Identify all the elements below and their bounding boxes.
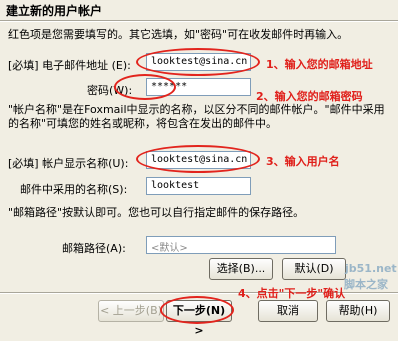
email-highlight-oval <box>136 48 260 76</box>
choose-button[interactable]: 选择(B)... <box>209 258 273 280</box>
display-name-highlight-oval <box>136 145 260 173</box>
mailbox-path-field[interactable]: <默认> <box>146 236 336 254</box>
mail-name-field[interactable]: looktest <box>146 177 251 195</box>
password-highlight-oval <box>114 74 176 100</box>
step1-annotation: 1、输入您的邮箱地址 <box>266 58 373 71</box>
mail-name-label: 邮件中采用的名称(S): <box>20 183 128 196</box>
back-button[interactable]: < 上一步(B) <box>98 300 164 322</box>
step4-annotation: 4、点击"下一步"确认 <box>238 287 346 300</box>
title-divider <box>0 20 398 22</box>
default-button[interactable]: 默认(D) <box>282 258 346 280</box>
display-name-label: [必填] 帐户显示名称(U): <box>8 157 129 170</box>
account-note-line2: 的名称"可填您的姓名或昵称，将包含在发出的邮件中。 <box>8 117 278 130</box>
next-highlight-oval <box>160 296 234 324</box>
step2-annotation: 2、输入您的邮箱密码 <box>256 90 363 103</box>
cancel-button[interactable]: 取消 <box>258 300 318 322</box>
watermark-line1: jb51.net <box>345 262 397 275</box>
mailbox-path-label: 邮箱路径(A): <box>62 242 126 255</box>
email-label: [必填] 电子邮件地址 (E): <box>8 59 131 72</box>
account-note-line1: "帐户名称"是在Foxmail中显示的名称，以区分不同的邮件帐户。"邮件中采用 <box>8 103 385 116</box>
watermark-line2: 脚本之家 <box>344 278 388 291</box>
dialog-title: 建立新的用户帐户 <box>6 4 103 18</box>
intro-text: 红色项是您需要填写的。其它选填，如"密码"可在收发邮件时再输入。 <box>8 28 349 41</box>
path-note: "邮箱路径"按默认即可。您也可以自行指定邮件的保存路径。 <box>8 206 305 219</box>
step3-annotation: 3、输入用户名 <box>266 155 340 168</box>
help-button[interactable]: 帮助(H) <box>326 300 390 322</box>
